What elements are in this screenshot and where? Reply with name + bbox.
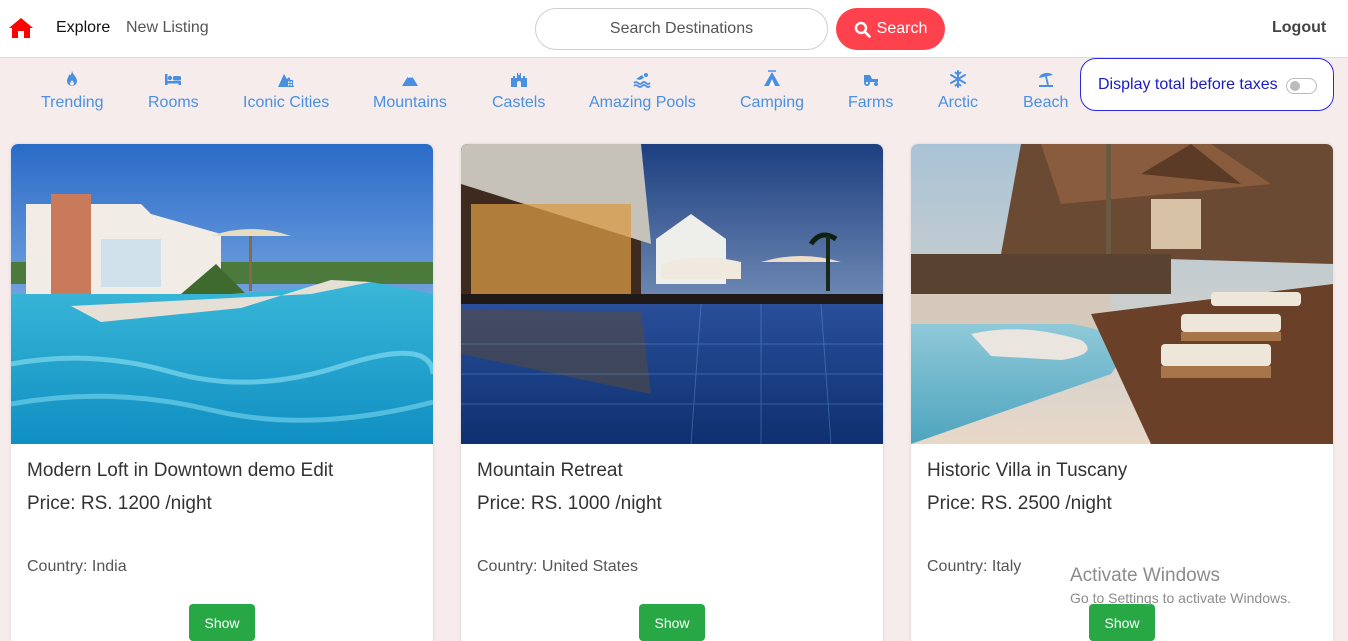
listing-image bbox=[461, 144, 883, 444]
listing-country: Country: India bbox=[27, 558, 127, 575]
umbrella-beach-icon bbox=[1036, 70, 1056, 88]
city-icon bbox=[276, 70, 296, 88]
listing-country: Country: United States bbox=[477, 558, 638, 575]
filter-iconic-cities[interactable]: Iconic Cities bbox=[243, 70, 329, 112]
filter-amazing-pools[interactable]: Amazing Pools bbox=[589, 70, 696, 112]
navbar: Explore New Listing Search Logout bbox=[0, 0, 1348, 58]
nav-link-explore[interactable]: Explore bbox=[56, 19, 110, 37]
show-button[interactable]: Show bbox=[189, 604, 255, 641]
snowflake-icon bbox=[948, 70, 968, 88]
listing-country: Country: Italy bbox=[927, 558, 1022, 575]
filter-label: Farms bbox=[848, 94, 894, 111]
mountain-icon bbox=[400, 70, 420, 88]
nav-link-new-listing[interactable]: New Listing bbox=[126, 19, 209, 37]
filter-label: Iconic Cities bbox=[243, 94, 330, 111]
filter-label: Arctic bbox=[938, 94, 978, 111]
filter-farms[interactable]: Farms bbox=[848, 70, 893, 112]
filter-camping[interactable]: Camping bbox=[740, 70, 804, 112]
tent-icon bbox=[762, 70, 782, 88]
filter-label: Trending bbox=[41, 94, 104, 111]
filter-label: Mountains bbox=[373, 94, 447, 111]
tractor-icon bbox=[861, 70, 881, 88]
house-icon[interactable] bbox=[8, 17, 34, 39]
listing-price: Price: RS. 1000 /night bbox=[477, 493, 662, 514]
listing-price: Price: RS. 2500 /night bbox=[927, 493, 1112, 514]
listing-card[interactable]: Mountain Retreat Price: RS. 1000 /night … bbox=[461, 144, 883, 641]
filter-label: Rooms bbox=[148, 94, 199, 111]
listing-price: Price: RS. 1200 /night bbox=[27, 493, 212, 514]
filter-rooms[interactable]: Rooms bbox=[148, 70, 199, 112]
listing-title: Historic Villa in Tuscany bbox=[927, 460, 1128, 481]
listing-title: Mountain Retreat bbox=[477, 460, 623, 481]
switch-knob bbox=[1290, 81, 1300, 91]
tax-toggle: Display total before taxes bbox=[1080, 58, 1334, 111]
listing-image bbox=[911, 144, 1333, 444]
tax-toggle-label: Display total before taxes bbox=[1098, 75, 1278, 93]
listing-image bbox=[11, 144, 433, 444]
tax-switch[interactable] bbox=[1286, 78, 1317, 94]
show-button[interactable]: Show bbox=[1089, 604, 1155, 641]
filter-arctic[interactable]: Arctic bbox=[938, 70, 978, 112]
show-button[interactable]: Show bbox=[639, 604, 705, 641]
activate-windows-title: Activate Windows bbox=[1070, 565, 1220, 586]
activate-windows-subtitle: Go to Settings to activate Windows. bbox=[1070, 590, 1291, 606]
filter-castels[interactable]: Castels bbox=[492, 70, 545, 112]
search-icon bbox=[854, 21, 871, 38]
filter-label: Amazing Pools bbox=[589, 94, 696, 111]
bed-icon bbox=[163, 70, 183, 88]
filter-label: Camping bbox=[740, 94, 805, 111]
filter-mountains[interactable]: Mountains bbox=[373, 70, 447, 112]
listing-title: Modern Loft in Downtown demo Edit bbox=[27, 460, 334, 481]
fire-icon bbox=[62, 70, 82, 88]
search-input[interactable] bbox=[535, 8, 828, 50]
search-button[interactable]: Search bbox=[836, 8, 945, 50]
filter-label: Beach bbox=[1023, 94, 1069, 111]
filter-trending[interactable]: Trending bbox=[41, 70, 104, 112]
listing-card[interactable]: Modern Loft in Downtown demo Edit Price:… bbox=[11, 144, 433, 641]
search-button-label: Search bbox=[876, 20, 928, 37]
castle-icon bbox=[509, 70, 529, 88]
logout-link[interactable]: Logout bbox=[1272, 19, 1326, 37]
pool-icon bbox=[632, 70, 652, 88]
filter-label: Castels bbox=[492, 94, 546, 111]
filter-beach[interactable]: Beach bbox=[1023, 70, 1068, 112]
